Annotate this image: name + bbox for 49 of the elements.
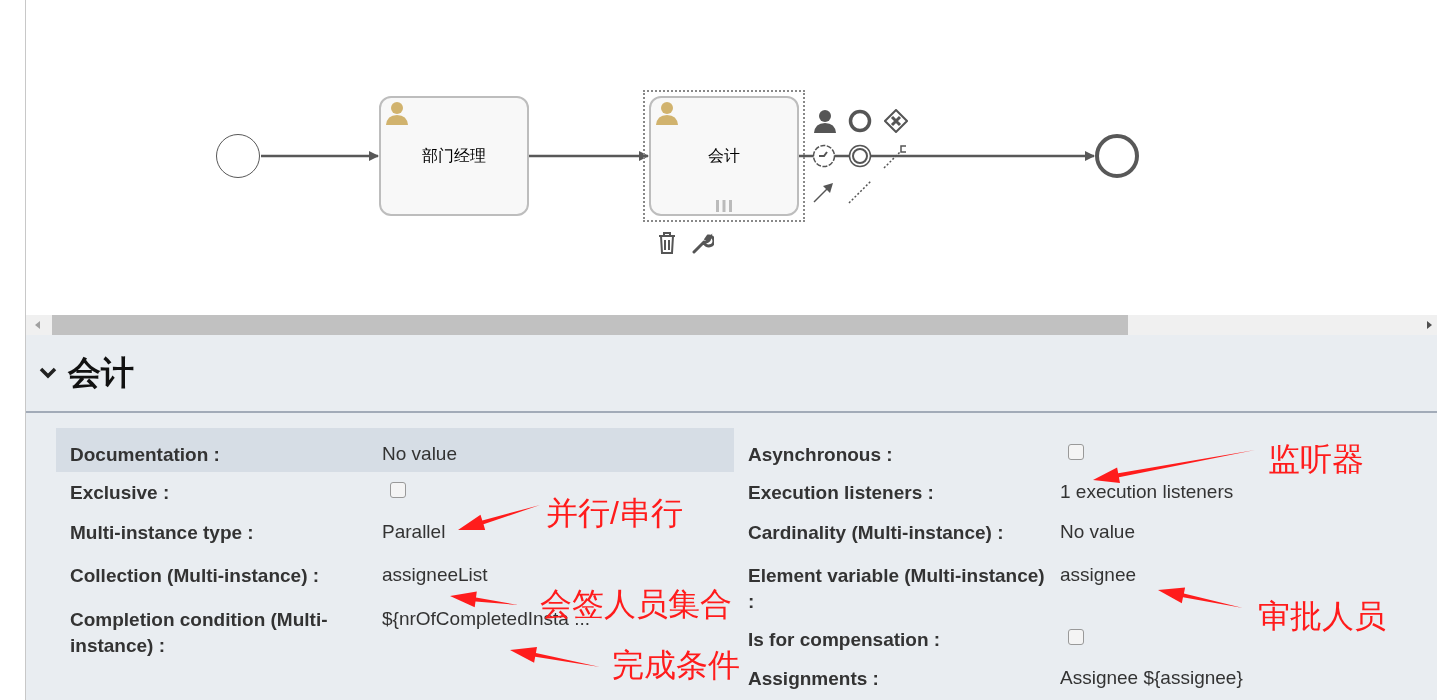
property-value[interactable]: Assignee ${assignee} [1060,666,1243,690]
task-label: 部门经理 [422,145,486,166]
checkbox[interactable] [1068,629,1084,645]
property-value[interactable]: No value [1060,520,1135,544]
ring-icon[interactable] [848,109,872,133]
property-label: Execution listeners : [748,481,935,505]
user-task[interactable]: 部门经理 [379,96,529,216]
delete-icon[interactable] [657,232,677,254]
property-value[interactable]: Parallel [382,520,446,544]
property-label: Element variable (Multi-instance) : [748,564,1046,614]
property-label: Completion condition (Multi-instance) : [70,608,329,658]
property-label: Asynchronous : [748,443,894,467]
wrench-icon[interactable] [692,232,714,254]
user-icon [385,101,409,125]
annotation-text: 完成条件 [612,646,740,685]
user-icon[interactable] [813,109,837,133]
property-label: Multi-instance type : [70,521,255,545]
scrollbar-thumb[interactable] [52,315,1128,335]
end-event[interactable] [1095,134,1139,178]
checkbox[interactable] [1068,444,1084,460]
gateway-icon[interactable] [884,109,908,133]
property-label: Cardinality (Multi-instance) : [748,521,1005,545]
arrow-icon[interactable] [812,180,836,204]
property-label: Is for compensation : [748,628,942,652]
chevron-icon[interactable] [38,366,58,380]
property-label: Exclusive : [70,481,171,505]
annotation-arrow [450,591,518,608]
user-task[interactable]: 会计 [649,96,799,216]
start-event[interactable] [216,134,260,178]
dashed-line-icon[interactable] [848,180,872,204]
timer-icon[interactable] [812,144,836,168]
panel-title: 会计 [68,352,134,393]
annotation-icon[interactable] [882,144,908,170]
property-label: Assignments : [748,667,880,691]
annotation-text: 审批人员 [1258,597,1386,636]
property-value[interactable]: 1 execution listeners [1060,480,1234,504]
double-ring-icon[interactable] [848,144,872,168]
task-label: 会计 [708,145,740,166]
annotation-text: 监听器 [1268,440,1364,479]
checkbox[interactable] [390,482,406,498]
property-label: Documentation : [70,443,221,467]
property-label: Collection (Multi-instance) : [70,564,321,588]
property-value[interactable]: assignee [1060,563,1137,587]
property-value[interactable]: assigneeList [382,563,488,587]
parallel-marker-icon [715,200,733,212]
property-value[interactable]: No value [382,442,457,466]
user-icon [655,101,679,125]
highlighted-row[interactable]: Documentation : No value [56,428,734,472]
annotation-text: 并行/串行 [546,494,683,533]
